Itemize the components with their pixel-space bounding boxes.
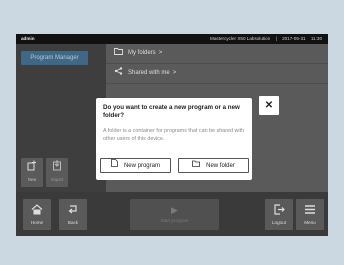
dialog-description: A folder is a container for programs tha… <box>103 128 245 142</box>
my-folders-label: My folders <box>128 50 156 56</box>
import-icon <box>46 160 68 176</box>
device-name: Mastercycler X50 Labsolution <box>210 36 271 41</box>
home-button[interactable]: Home <box>23 199 51 230</box>
shared-with-me-label: Shared with me <box>128 70 170 76</box>
back-label: Back <box>67 220 79 225</box>
close-icon: ✕ <box>264 100 274 111</box>
back-arrow-icon <box>59 202 87 220</box>
chevron-right-icon: > <box>172 70 177 76</box>
new-folder-label: New folder <box>206 163 235 169</box>
list-item-shared-with-me[interactable]: Shared with me > <box>106 64 328 84</box>
new-program-button[interactable]: New program <box>100 158 171 173</box>
start-program-button[interactable]: ▶ Start program <box>130 199 219 230</box>
status-separator: | <box>275 36 277 41</box>
new-document-icon <box>21 160 43 176</box>
status-date: 2017-05-31 <box>282 36 306 41</box>
new-program-label: New program <box>123 163 160 169</box>
home-icon <box>23 202 51 220</box>
menu-label: Menu <box>304 220 316 225</box>
back-button[interactable]: Back <box>59 199 87 230</box>
close-dialog-button[interactable]: ✕ <box>259 96 279 115</box>
bottom-bar: Home Back ▶ Start program Logout Menu <box>16 192 328 236</box>
import-label: Import <box>50 177 64 182</box>
logout-button[interactable]: Logout <box>265 199 293 230</box>
program-manager-button[interactable]: Program Manager <box>21 51 88 65</box>
share-icon <box>113 64 123 83</box>
home-label: Home <box>30 220 44 225</box>
document-icon <box>111 159 120 169</box>
create-new-dialog: Do you want to create a new program or a… <box>96 98 252 180</box>
logout-icon <box>265 202 293 220</box>
user-name: admin <box>21 36 35 41</box>
list-item-my-folders[interactable]: My folders > <box>106 44 328 64</box>
logout-label: Logout <box>271 220 287 225</box>
folder-icon <box>192 160 202 169</box>
status-info: Mastercycler X50 Labsolution | 2017-05-3… <box>206 34 322 44</box>
new-button[interactable]: New <box>21 158 43 187</box>
menu-button[interactable]: Menu <box>296 199 324 230</box>
import-button[interactable]: Import <box>46 158 68 187</box>
new-folder-button[interactable]: New folder <box>178 158 249 173</box>
new-label: New <box>27 177 37 182</box>
status-bar: admin Mastercycler X50 Labsolution | 201… <box>16 34 328 44</box>
status-time: 11:30 <box>310 36 322 41</box>
play-icon: ▶ <box>171 205 178 215</box>
hamburger-menu-icon <box>296 202 324 220</box>
chevron-right-icon: > <box>158 50 163 56</box>
folder-icon <box>113 44 123 63</box>
start-program-label: Start program <box>160 218 189 223</box>
sidebar: Program Manager New Import <box>16 44 106 192</box>
dialog-title: Do you want to create a new program or a… <box>103 104 240 119</box>
